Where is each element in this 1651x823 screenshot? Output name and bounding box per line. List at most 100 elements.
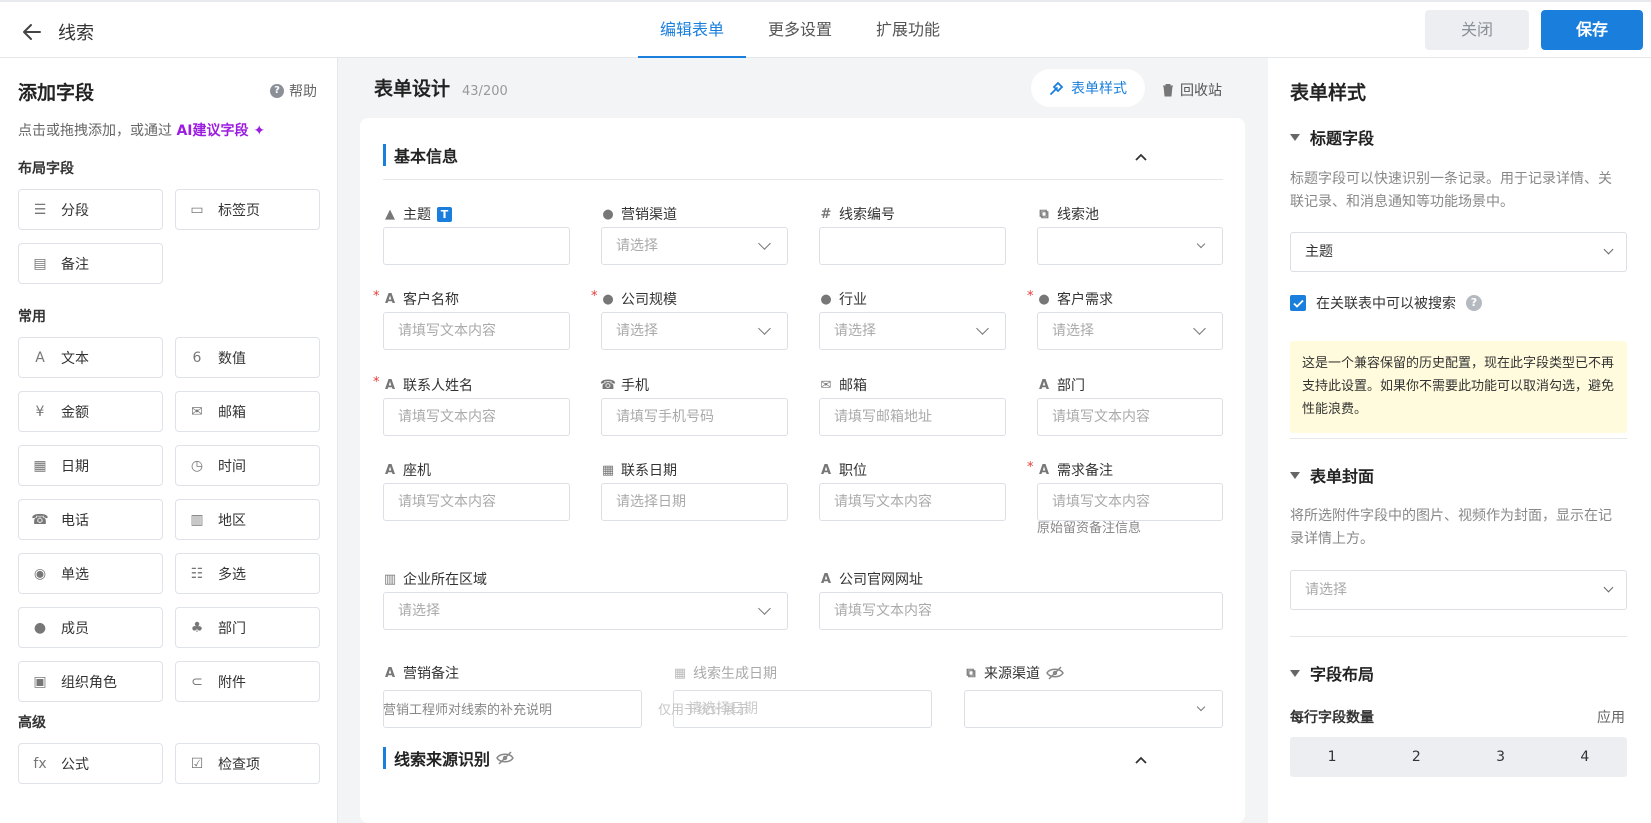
field-label-pool[interactable]: ⧉ 线索池	[1037, 204, 1099, 224]
add-field-note[interactable]: ▤ 备注	[18, 243, 163, 284]
field-input-demand-note[interactable]: 请填写文本内容	[1037, 483, 1223, 521]
field-label-mobile[interactable]: ☎ 手机	[600, 375, 649, 395]
add-field-section[interactable]: ☰ 分段	[18, 189, 163, 230]
question-icon[interactable]: ?	[1466, 295, 1482, 311]
chevron-down-icon	[1196, 239, 1206, 249]
add-field-phone[interactable]: ☎ 电话	[18, 499, 163, 540]
field-label-contact[interactable]: * A 联系人姓名	[373, 375, 473, 395]
field-label-contact-date[interactable]: ▦ 联系日期	[601, 460, 677, 480]
back-arrow-icon[interactable]	[20, 20, 44, 44]
per-row-option[interactable]: 2	[1374, 737, 1458, 777]
cover-select[interactable]: 请选择	[1290, 570, 1627, 610]
field-label-gen-date[interactable]: ▦ 线索生成日期	[673, 663, 777, 683]
single-select-icon: ●	[820, 291, 832, 307]
field-count: 43/200	[462, 84, 508, 99]
searchable-checkbox[interactable]	[1290, 295, 1306, 311]
field-input-channel[interactable]: 请选择	[601, 227, 788, 265]
add-field-number[interactable]: 6 数值	[175, 337, 320, 378]
ai-suggest-link[interactable]: AI建议字段 ✦	[176, 123, 265, 139]
collapse-chevron-icon[interactable]	[1133, 149, 1149, 165]
add-field-formula[interactable]: fx 公式	[18, 743, 163, 784]
field-input-contact-date[interactable]: 请选择日期	[601, 483, 788, 521]
add-field-attachment[interactable]: ⊂ 附件	[175, 661, 320, 702]
add-field-role[interactable]: ▣ 组织角色	[18, 661, 163, 702]
ai-suggest-label: AI建议字段	[176, 123, 249, 139]
form-style-button[interactable]: 表单样式	[1031, 69, 1145, 107]
field-input-email[interactable]: 请填写邮箱地址	[819, 398, 1006, 436]
add-field-email[interactable]: ✉ 邮箱	[175, 391, 320, 432]
add-field-currency[interactable]: ¥ 金额	[18, 391, 163, 432]
field-label-position[interactable]: A 职位	[819, 460, 867, 480]
field-input-landline[interactable]: 请填写文本内容	[383, 483, 570, 521]
source-icon: ⧉	[966, 665, 976, 681]
field-label-website[interactable]: A 公司官网网址	[819, 569, 923, 589]
field-input-mobile[interactable]: 请填写手机号码	[601, 398, 788, 436]
layout-section[interactable]: 字段布局	[1290, 661, 1374, 685]
field-input-source[interactable]	[964, 690, 1223, 728]
field-label-landline[interactable]: A 座机	[383, 460, 431, 480]
field-input-customer[interactable]: 请填写文本内容	[383, 312, 570, 350]
add-field-map[interactable]: ▥ 地区	[175, 499, 320, 540]
field-label-lead-no[interactable]: # 线索编号	[819, 204, 895, 224]
field-label-source[interactable]: ⧉ 来源渠道	[964, 663, 1064, 683]
field-label-mkt-note[interactable]: A 营销备注	[383, 663, 459, 683]
field-input-subject[interactable]	[383, 227, 570, 265]
text-icon: A	[35, 349, 45, 366]
field-label-demand-note[interactable]: * A 需求备注	[1027, 460, 1113, 480]
title-field-section[interactable]: 标题字段	[1290, 125, 1374, 149]
field-input-pool[interactable]	[1037, 227, 1223, 265]
field-label-region[interactable]: ▥ 企业所在区域	[383, 569, 487, 589]
add-field-single-select[interactable]: ◉ 单选	[18, 553, 163, 594]
field-input-dept[interactable]: 请填写文本内容	[1037, 398, 1223, 436]
hidden-eye-icon	[496, 751, 514, 765]
add-field-calendar[interactable]: ▦ 日期	[18, 445, 163, 486]
field-input-position[interactable]: 请填写文本内容	[819, 483, 1006, 521]
input-placeholder: 请填写文本内容	[1052, 494, 1150, 510]
field-label-subject[interactable]: ▲ 主题 T	[383, 204, 452, 224]
field-label-customer[interactable]: * A 客户名称	[373, 289, 459, 309]
field-input-size[interactable]: 请选择	[601, 312, 788, 350]
text-icon: A	[1038, 462, 1050, 478]
field-label-channel[interactable]: ● 营销渠道	[601, 204, 677, 224]
per-row-option[interactable]: 1	[1290, 737, 1374, 777]
add-field-text[interactable]: A 文本	[18, 337, 163, 378]
map-icon: ▥	[190, 511, 204, 528]
tab-extensions[interactable]: 扩展功能	[854, 2, 962, 58]
add-field-clock[interactable]: ◷ 时间	[175, 445, 320, 486]
tab-more-settings[interactable]: 更多设置	[746, 2, 854, 58]
field-label-demand[interactable]: * ● 客户需求	[1027, 289, 1113, 309]
tab-edit-form[interactable]: 编辑表单	[638, 2, 747, 59]
title-field-select[interactable]: 主题	[1290, 232, 1627, 272]
field-input-region[interactable]: 请选择	[383, 592, 788, 630]
field-label-size[interactable]: * ● 公司规模	[591, 289, 677, 309]
add-field-tab-page[interactable]: ▭ 标签页	[175, 189, 320, 230]
add-field-multi-select[interactable]: ☷ 多选	[175, 553, 320, 594]
field-input-industry[interactable]: 请选择	[819, 312, 1006, 350]
help-link[interactable]: ? 帮助	[270, 81, 317, 101]
add-field-label: 电话	[61, 512, 89, 529]
add-field-org[interactable]: ♣ 部门	[175, 607, 320, 648]
field-label-industry[interactable]: ● 行业	[819, 289, 867, 309]
apply-link[interactable]: 应用	[1597, 707, 1625, 727]
field-input-demand[interactable]: 请选择	[1037, 312, 1223, 350]
field-input-lead-no[interactable]	[819, 227, 1006, 265]
per-row-option[interactable]: 3	[1459, 737, 1543, 777]
add-field-checkbox[interactable]: ☑ 检查项	[175, 743, 320, 784]
close-button[interactable]: 关闭	[1425, 10, 1529, 50]
hidden-eye-icon	[1046, 666, 1064, 680]
pool-icon: ⧉	[1039, 206, 1049, 222]
input-placeholder: 请选择	[834, 323, 876, 339]
field-input-website[interactable]: 请填写文本内容	[819, 592, 1223, 630]
cover-section[interactable]: 表单封面	[1290, 463, 1374, 487]
field-group-title: 高级	[18, 715, 46, 731]
field-label-email[interactable]: ✉ 邮箱	[819, 375, 867, 395]
field-input-contact[interactable]: 请填写文本内容	[383, 398, 570, 436]
required-mark: *	[1027, 289, 1034, 304]
per-row-option[interactable]: 4	[1543, 737, 1627, 777]
text-icon: A	[1038, 377, 1050, 393]
add-field-member[interactable]: ● 成员	[18, 607, 163, 648]
field-label-dept[interactable]: A 部门	[1037, 375, 1085, 395]
save-button[interactable]: 保存	[1541, 10, 1643, 50]
recycle-bin-button[interactable]: 回收站	[1162, 80, 1222, 100]
collapse-chevron-icon[interactable]	[1133, 752, 1149, 768]
